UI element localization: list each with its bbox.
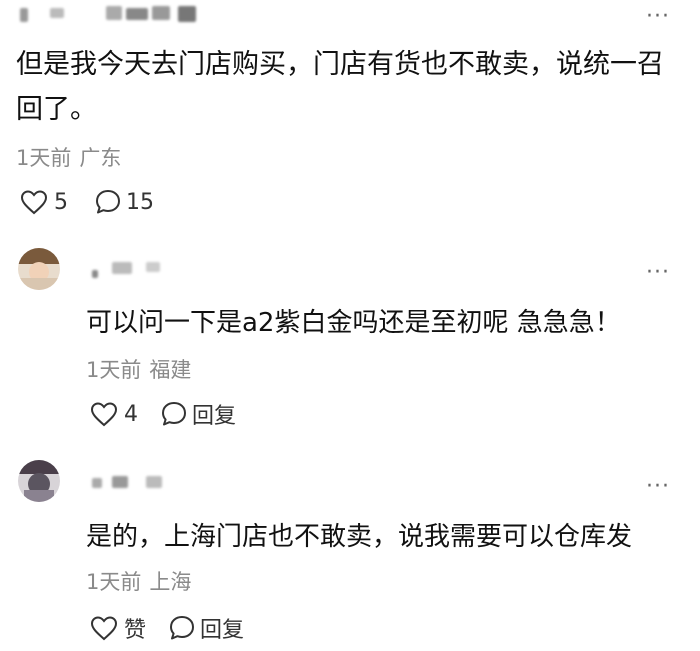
post-location: 广东	[79, 146, 122, 170]
reply-time: 1天前	[86, 358, 142, 382]
post-time: 1天前	[16, 146, 72, 170]
avatar[interactable]	[18, 460, 60, 502]
like-button[interactable]: 4	[90, 401, 138, 427]
reply-actions: 赞 回复	[90, 612, 244, 644]
reply-meta: 1天前 上海	[86, 566, 191, 596]
more-icon[interactable]: ···	[646, 476, 670, 498]
reply-meta: 1天前 福建	[86, 354, 191, 384]
reply-label: 回复	[200, 618, 245, 643]
like-label: 赞	[124, 618, 147, 643]
reply-button[interactable]: 回复	[168, 612, 244, 644]
like-button[interactable]: 赞	[90, 612, 146, 644]
heart-icon	[90, 401, 118, 427]
comment-icon	[160, 400, 188, 428]
comment-count: 15	[126, 189, 154, 215]
like-count: 4	[124, 401, 138, 427]
post-text: 但是我今天去门店购买，门店有货也不敢卖，说统一召回了。	[16, 49, 664, 125]
more-icon[interactable]: ···	[646, 6, 670, 28]
comment-icon	[94, 188, 122, 216]
reply-location: 上海	[149, 570, 192, 594]
comment-icon	[168, 614, 196, 642]
comment-button[interactable]: 15	[94, 188, 154, 216]
post-actions: 5 15	[20, 188, 154, 216]
heart-icon	[90, 615, 118, 641]
reply-actions: 4 回复	[90, 398, 236, 430]
like-button[interactable]: 5	[20, 189, 68, 215]
reply-time: 1天前	[86, 570, 142, 594]
heart-icon	[20, 189, 48, 215]
reply-label: 回复	[192, 404, 237, 429]
reply-button[interactable]: 回复	[160, 398, 236, 430]
like-count: 5	[54, 189, 68, 215]
avatar[interactable]	[18, 248, 60, 290]
reply-location: 福建	[149, 358, 192, 382]
reply-text: 可以问一下是a2紫白金吗还是至初呢 急急急！	[86, 308, 621, 338]
more-icon[interactable]: ···	[646, 262, 670, 284]
reply-text: 是的，上海门店也不敢卖，说我需要可以仓库发	[86, 522, 633, 552]
post-meta: 1天前 广东	[16, 142, 121, 172]
